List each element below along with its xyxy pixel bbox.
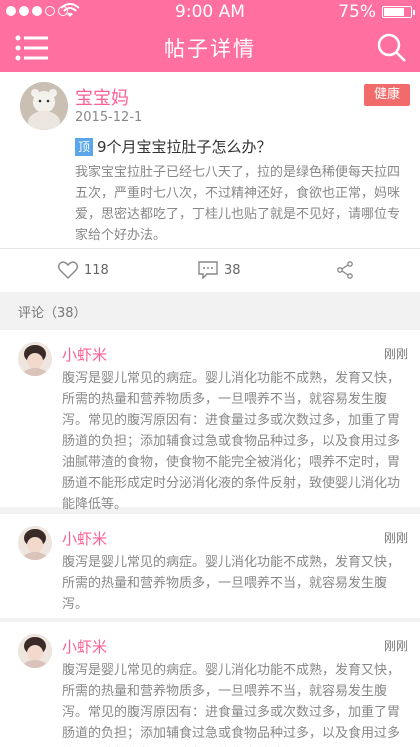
post-actions: 118 38 <box>0 248 420 292</box>
comment-body: 腹泻是婴儿常见的病症。婴儿消化功能不成熟，发育又快，所需的热量和营养物质多，一旦… <box>62 555 401 612</box>
search-icon[interactable] <box>376 32 408 64</box>
comment-author[interactable]: 小虾米 <box>62 528 107 549</box>
battery-icon <box>382 6 415 18</box>
comment-time: 刚刚 <box>383 639 408 653</box>
navbar: 帖子详情 <box>0 24 420 72</box>
battery-percent: 75% <box>338 2 376 22</box>
post-body: 我家宝宝拉肚子已经七八天了，拉的是绿色稀便每天拉四五次，严重时七八次，不过精神还… <box>75 165 401 243</box>
share-icon <box>337 261 353 279</box>
comment-author[interactable]: 小虾米 <box>62 636 107 657</box>
share-button[interactable] <box>336 261 360 279</box>
comment-item: 小虾米 刚刚 腹泻是婴儿常见的病症。婴儿消化功能不成熟，发育又快，所需的热量和营… <box>0 330 420 512</box>
comment-item: 小虾米 刚刚 腹泻是婴儿常见的病症。婴儿消化功能不成熟，发育又快，所需的热量和营… <box>0 622 420 747</box>
comment-button[interactable]: 38 <box>198 261 241 279</box>
top-badge: 顶 <box>75 137 93 156</box>
status-bar: 9:00 AM 75% <box>0 0 420 24</box>
page-title: 帖子详情 <box>164 37 256 61</box>
post-title-row: 顶 9个月宝宝拉肚子怎么办？ <box>75 136 272 157</box>
comment-time: 刚刚 <box>383 347 408 361</box>
heart-icon <box>58 261 78 279</box>
commenter-avatar[interactable] <box>18 634 52 668</box>
comment-time: 刚刚 <box>383 531 408 545</box>
post-card: 宝宝妈 2015-12-1 健康 顶 9个月宝宝拉肚子怎么办？ 我家宝宝拉肚子已… <box>0 72 420 248</box>
post-author[interactable]: 宝宝妈 <box>75 84 129 110</box>
comment-body: 腹泻是婴儿常见的病症。婴儿消化功能不成熟，发育又快，所需的热量和营养物质多，一旦… <box>62 371 401 512</box>
commenter-avatar[interactable] <box>18 342 52 376</box>
post-date: 2015-12-1 <box>75 110 143 125</box>
comment-icon <box>198 261 218 279</box>
comment-body: 腹泻是婴儿常见的病症。婴儿消化功能不成熟，发育又快，所需的热量和营养物质多，一旦… <box>62 663 401 741</box>
comment-count: 38 <box>224 262 241 278</box>
header: 9:00 AM 75% 帖子详情 <box>0 0 420 72</box>
category-tag[interactable]: 健康 <box>364 84 410 106</box>
comment-author[interactable]: 小虾米 <box>62 344 107 365</box>
like-count: 118 <box>84 262 109 278</box>
comments-header: 评论（38） <box>18 306 87 321</box>
author-avatar[interactable] <box>20 82 68 130</box>
post-title: 9个月宝宝拉肚子怎么办？ <box>97 138 272 156</box>
comment-item: 小虾米 刚刚 腹泻是婴儿常见的病症。婴儿消化功能不成熟，发育又快，所需的热量和营… <box>0 514 420 618</box>
commenter-avatar[interactable] <box>18 526 52 560</box>
like-button[interactable]: 118 <box>58 261 109 279</box>
